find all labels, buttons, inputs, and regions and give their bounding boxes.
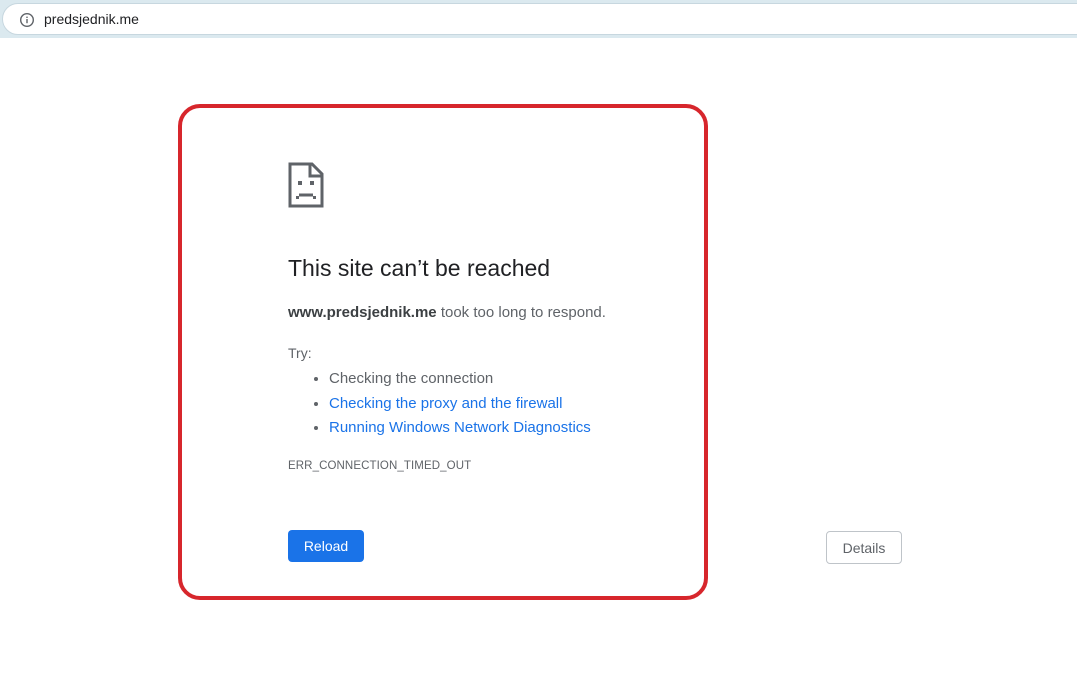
details-button[interactable]: Details [826, 531, 902, 564]
address-bar[interactable]: predsjednik.me [2, 3, 1077, 35]
address-url[interactable]: predsjednik.me [44, 11, 139, 27]
sad-page-icon [288, 162, 324, 208]
suggestion-item: Checking the proxy and the firewall [329, 392, 591, 417]
suggestion-checking-connection: Checking the connection [329, 370, 494, 387]
suggestion-item: Running Windows Network Diagnostics [329, 416, 591, 441]
error-message: www.predsjednik.me took too long to resp… [288, 304, 606, 321]
suggestion-list: Checking the connection Checking the pro… [288, 367, 591, 441]
info-icon[interactable] [19, 12, 35, 28]
suggestion-item: Checking the connection [329, 367, 591, 392]
try-label: Try: [288, 345, 312, 361]
page-title: This site can’t be reached [288, 255, 551, 281]
suggestion-proxy-firewall-link[interactable]: Checking the proxy and the firewall [329, 395, 562, 412]
highlight-frame [178, 104, 708, 600]
browser-toolbar: predsjednik.me [0, 0, 1077, 38]
error-message-suffix: took too long to respond. [436, 304, 606, 321]
reload-button[interactable]: Reload [288, 530, 364, 562]
error-host: www.predsjednik.me [288, 304, 437, 321]
error-code: ERR_CONNECTION_TIMED_OUT [288, 460, 472, 472]
suggestion-network-diagnostics-link[interactable]: Running Windows Network Diagnostics [329, 419, 591, 436]
